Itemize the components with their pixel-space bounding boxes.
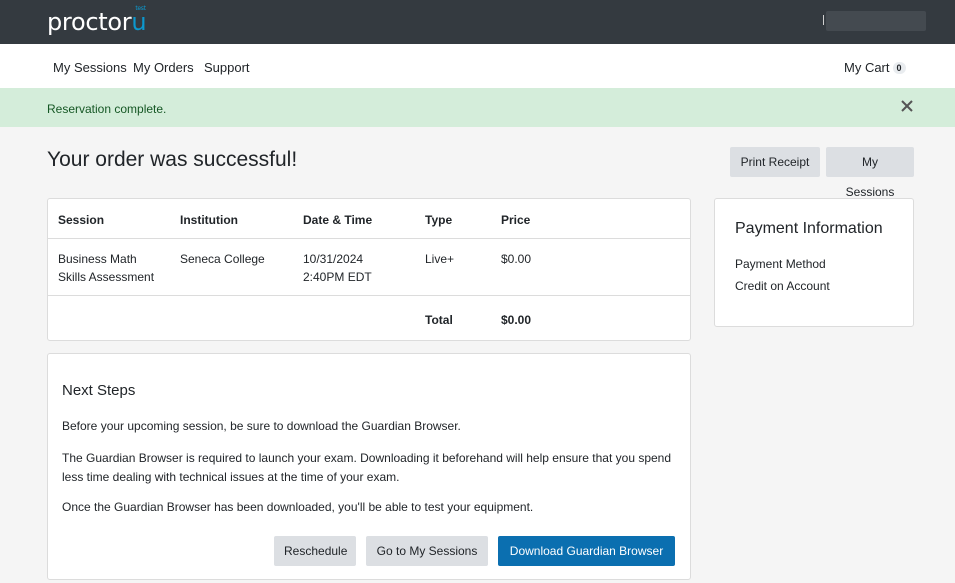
session-name: Business Math Skills Assessment — [58, 252, 155, 284]
next-steps-card: Next Steps Before your upcoming session,… — [47, 353, 691, 580]
next-steps-paragraph-3: Once the Guardian Browser has been downl… — [62, 500, 534, 514]
payment-information-card: Payment Information Payment Method Credi… — [714, 198, 914, 327]
session-date-time: 10/31/2024 2:40PM EDT — [303, 252, 372, 284]
payment-method-value: Credit on Account — [735, 279, 830, 293]
session-type: Live+ — [425, 252, 455, 266]
my-sessions-button[interactable]: My Sessions — [826, 147, 914, 199]
top-bar: proctoru test — [0, 0, 955, 44]
cart-label: My Cart — [844, 60, 890, 75]
next-steps-title: Next Steps — [62, 382, 136, 399]
download-guardian-browser-button[interactable]: Download Guardian Browser — [498, 536, 675, 566]
next-steps-paragraph-1: Before your upcoming session, be sure to… — [62, 419, 461, 433]
institution-name: Seneca College — [180, 252, 265, 266]
next-steps-paragraph-2: The Guardian Browser is required to laun… — [62, 451, 672, 484]
column-header-session: Session — [58, 213, 105, 227]
column-header-type: Type — [425, 213, 453, 227]
user-separator — [823, 15, 824, 25]
go-to-my-sessions-button[interactable]: Go to My Sessions — [366, 536, 488, 566]
cart-count-badge: 0 — [892, 62, 906, 74]
payment-method-label: Payment Method — [735, 257, 826, 271]
proctoru-logo[interactable]: proctoru test — [47, 5, 147, 36]
main-nav: My Sessions My Orders Support My Cart 0 — [0, 44, 955, 88]
nav-my-sessions[interactable]: My Sessions — [53, 60, 127, 75]
close-icon[interactable] — [898, 97, 916, 115]
page-title: Your order was successful! — [47, 148, 298, 171]
session-price: $0.00 — [501, 252, 532, 266]
payment-title: Payment Information — [735, 220, 883, 237]
my-cart-link[interactable]: My Cart 0 — [844, 60, 906, 75]
nav-my-orders[interactable]: My Orders — [133, 60, 194, 75]
alert-message: Reservation complete. — [47, 102, 167, 116]
reschedule-button[interactable]: Reschedule — [274, 536, 356, 566]
user-menu[interactable] — [826, 11, 926, 31]
nav-support[interactable]: Support — [204, 60, 250, 75]
table-divider — [48, 238, 690, 239]
column-header-institution: Institution — [180, 213, 238, 227]
column-header-date-time: Date & Time — [303, 213, 373, 227]
table-divider — [48, 295, 690, 296]
order-summary-table: Session Institution Date & Time Type Pri… — [47, 198, 691, 341]
column-header-price: Price — [501, 213, 531, 227]
total-value: $0.00 — [501, 313, 532, 327]
print-receipt-button[interactable]: Print Receipt — [730, 147, 820, 177]
success-alert: Reservation complete. — [0, 88, 955, 127]
total-label: Total — [425, 313, 453, 327]
